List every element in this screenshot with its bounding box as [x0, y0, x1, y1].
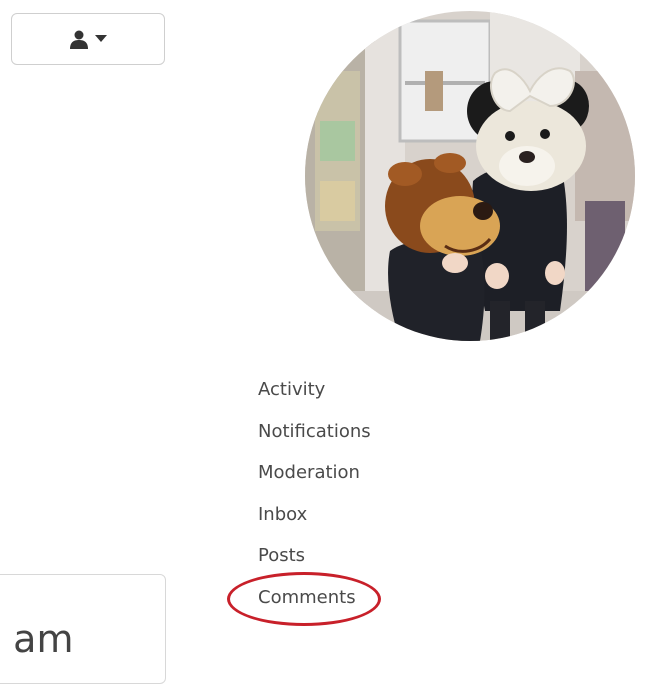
content-card: . am	[0, 574, 166, 684]
user-menu-button[interactable]	[11, 13, 165, 65]
menu-item-activity[interactable]: Activity	[258, 376, 371, 418]
menu-item-inbox[interactable]: Inbox	[258, 501, 371, 543]
avatar[interactable]	[305, 11, 635, 341]
menu-item-posts[interactable]: Posts	[258, 542, 371, 584]
profile-menu: Activity Notifications Moderation Inbox …	[258, 376, 371, 625]
menu-item-comments[interactable]: Comments	[258, 584, 371, 626]
menu-item-moderation[interactable]: Moderation	[258, 459, 371, 501]
menu-item-notifications[interactable]: Notifications	[258, 418, 371, 460]
user-icon	[69, 29, 89, 49]
caret-down-icon	[95, 35, 107, 43]
